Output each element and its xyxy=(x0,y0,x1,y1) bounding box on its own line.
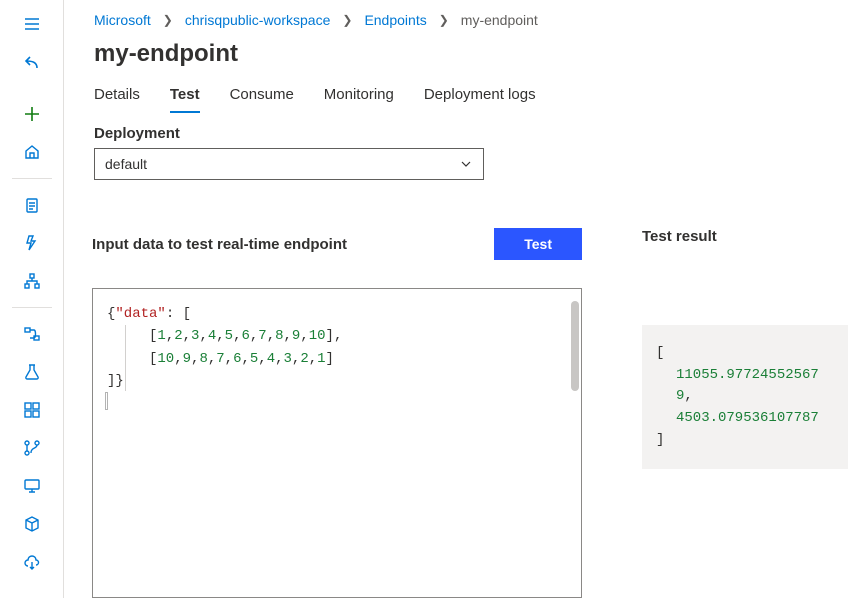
nav-menu-icon[interactable] xyxy=(12,6,52,42)
left-sidebar xyxy=(0,0,64,598)
tab-row: Details Test Consume Monitoring Deployme… xyxy=(64,72,862,113)
breadcrumb-link[interactable]: Endpoints xyxy=(364,12,426,28)
tab-test[interactable]: Test xyxy=(170,86,200,113)
deployment-selected-value: default xyxy=(105,156,147,172)
tab-monitoring[interactable]: Monitoring xyxy=(324,86,394,113)
home-icon[interactable] xyxy=(12,134,52,170)
chevron-right-icon: ❯ xyxy=(439,13,449,27)
branch-icon[interactable] xyxy=(12,430,52,466)
sidebar-separator xyxy=(12,178,52,179)
json-editor[interactable]: {"data": [[1,2,3,4,5,6,7,8,9,10],[10,9,8… xyxy=(92,288,582,598)
main-content: Microsoft ❯ chrisqpublic-workspace ❯ End… xyxy=(64,0,862,598)
tab-consume[interactable]: Consume xyxy=(230,86,294,113)
tab-details[interactable]: Details xyxy=(94,86,140,113)
sidebar-separator xyxy=(12,307,52,308)
tab-deployment-logs[interactable]: Deployment logs xyxy=(424,86,536,113)
workflow-icon[interactable] xyxy=(12,316,52,352)
clipboard-icon[interactable] xyxy=(12,187,52,223)
result-output: [ 11055.977245525679, 4503.079536107787 … xyxy=(642,325,848,469)
back-icon[interactable] xyxy=(12,44,52,80)
breadcrumb-link[interactable]: chrisqpublic-workspace xyxy=(185,12,331,28)
cube-icon[interactable] xyxy=(12,506,52,542)
deployment-select[interactable]: default xyxy=(94,148,484,180)
activity-icon[interactable] xyxy=(12,225,52,261)
beaker-icon[interactable] xyxy=(12,354,52,390)
breadcrumb-link[interactable]: Microsoft xyxy=(94,12,151,28)
add-icon[interactable] xyxy=(12,96,52,132)
chevron-down-icon xyxy=(459,157,473,171)
test-content: Input data to test real-time endpoint Te… xyxy=(64,180,862,598)
cloud-icon[interactable] xyxy=(12,544,52,580)
breadcrumb-current: my-endpoint xyxy=(461,12,538,28)
input-section-title: Input data to test real-time endpoint xyxy=(92,236,347,253)
hierarchy-icon[interactable] xyxy=(12,263,52,299)
chevron-right-icon: ❯ xyxy=(163,13,173,27)
scrollbar[interactable] xyxy=(571,301,579,391)
dashboard-icon[interactable] xyxy=(12,392,52,428)
page-title: my-endpoint xyxy=(64,32,862,72)
monitor-icon[interactable] xyxy=(12,468,52,504)
input-column: Input data to test real-time endpoint Te… xyxy=(92,228,582,598)
deployment-label: Deployment xyxy=(94,125,832,142)
chevron-right-icon: ❯ xyxy=(342,13,352,27)
deployment-section: Deployment default xyxy=(64,113,862,180)
result-column: Test result [ 11055.977245525679, 4503.0… xyxy=(642,228,848,598)
result-section-title: Test result xyxy=(642,228,848,245)
breadcrumb: Microsoft ❯ chrisqpublic-workspace ❯ End… xyxy=(64,0,862,32)
test-button[interactable]: Test xyxy=(494,228,582,260)
